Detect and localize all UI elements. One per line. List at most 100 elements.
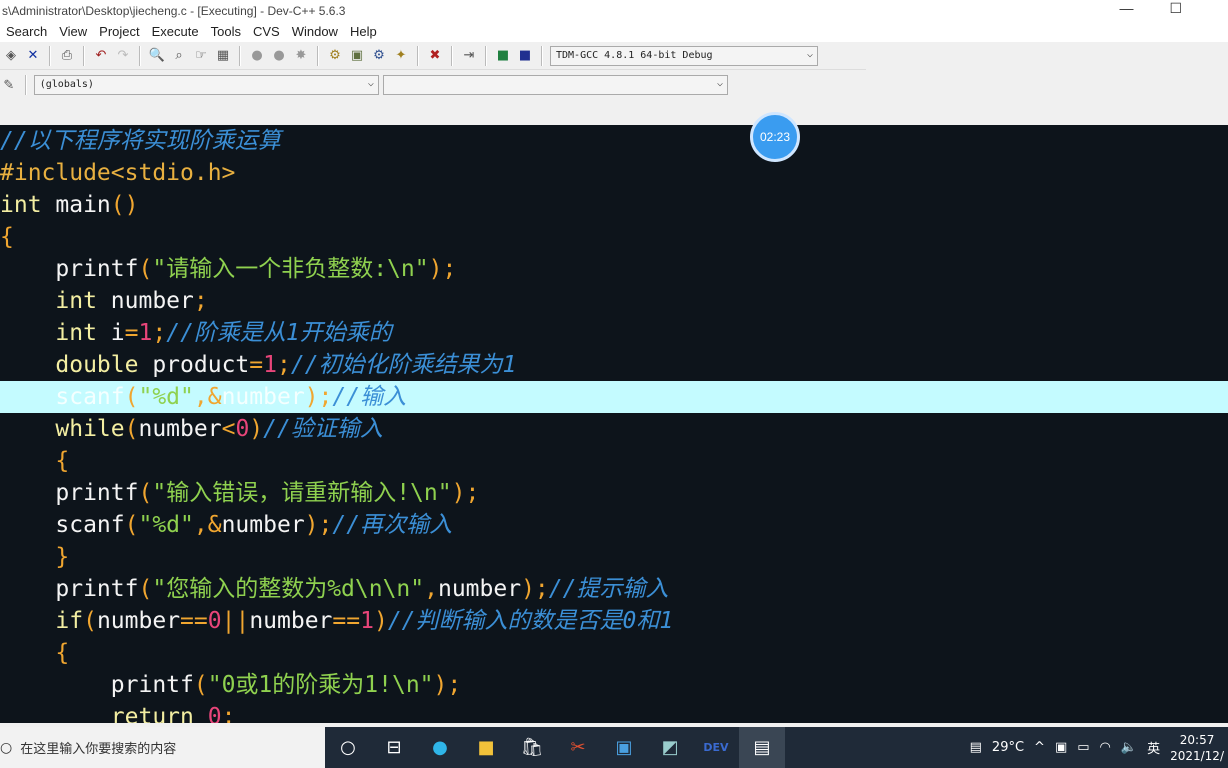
code-line[interactable]: //以下程序将实现阶乘运算 (0, 125, 1228, 157)
chevron-up-icon[interactable]: ^ (1034, 740, 1045, 755)
menu-search[interactable]: Search (0, 22, 53, 42)
member-select[interactable]: ⌵ (382, 75, 728, 95)
taskbar-search[interactable]: ○ 在这里输入你要搜索的内容 (0, 727, 325, 768)
menu-view[interactable]: View (53, 22, 93, 42)
news-icon[interactable]: ▤ (970, 740, 982, 755)
code-token: ; (152, 320, 167, 346)
code-token: ); (433, 672, 462, 698)
compile-icon[interactable]: ⚙ (326, 47, 344, 65)
notepad-icon[interactable]: ◩ (647, 727, 693, 768)
recording-timer[interactable]: 02:23 (750, 112, 800, 162)
code-token: ,& (193, 384, 222, 410)
code-line[interactable]: return 0; (0, 701, 1228, 723)
code-token: "%d" (138, 384, 194, 410)
edge-icon[interactable]: ● (417, 727, 463, 768)
code-token: ; (193, 288, 208, 314)
search-icon: ○ (0, 739, 13, 756)
scope-select[interactable]: (globals) ⌵ (33, 75, 379, 95)
menu-tools[interactable]: Tools (205, 22, 247, 42)
code-line[interactable]: printf("0或1的阶乘为1!\n"); (0, 669, 1228, 701)
code-line[interactable]: { (0, 221, 1228, 253)
code-token: ( (83, 608, 97, 634)
console-window-icon[interactable]: ▤ (739, 727, 785, 768)
print-icon[interactable]: ⎙ (58, 47, 76, 65)
code-token: //以下程序将实现阶乘运算 (0, 128, 281, 154)
code-token: printf (0, 576, 139, 602)
security-icon[interactable]: ▣ (1055, 740, 1067, 755)
code-line[interactable]: } (0, 541, 1228, 573)
code-line[interactable]: { (0, 637, 1228, 669)
code-line[interactable]: scanf("%d",&number);//再次输入 (0, 509, 1228, 541)
code-line[interactable]: if(number==0||number==1)//判断输入的数是否是0和1 (0, 605, 1228, 637)
code-line[interactable]: { (0, 445, 1228, 477)
cortana-icon[interactable]: ○ (325, 727, 371, 768)
code-token: || (221, 608, 250, 634)
code-line[interactable]: printf("输入错误，请重新输入!\n"); (0, 477, 1228, 509)
undo-icon[interactable]: ↶ (92, 47, 110, 65)
code-token: ( (138, 480, 153, 506)
compiler-select[interactable]: TDM-GCC 4.8.1 64-bit Debug ⌵ (550, 45, 818, 66)
title-bar: s\Administrator\Desktop\jiecheng.c - [Ex… (0, 0, 1228, 22)
code-token: scanf (0, 384, 125, 410)
window-title: s\Administrator\Desktop\jiecheng.c - [Ex… (2, 4, 346, 18)
class-browser-icon[interactable]: ✎ (0, 76, 18, 94)
code-token: 0 (207, 704, 222, 723)
goto-line-icon[interactable]: ▦ (214, 47, 232, 65)
code-token: 0 (235, 416, 250, 442)
store-icon[interactable]: 🛍 (509, 727, 555, 768)
snipping-icon[interactable]: ✂ (555, 727, 601, 768)
code-line[interactable]: double product=1;//初始化阶乘结果为1 (0, 349, 1228, 381)
debug-icon[interactable]: ✖ (426, 47, 444, 65)
replace-icon[interactable]: ⌕ (170, 47, 188, 65)
ime-indicator[interactable]: 英 (1147, 738, 1160, 757)
chevron-down-icon: ⌵ (716, 78, 723, 89)
code-line[interactable]: int i=1;//阶乘是从1开始乘的 (0, 317, 1228, 349)
code-token: printf (0, 256, 139, 282)
close-file-icon[interactable]: ✕ (24, 47, 42, 65)
code-editor[interactable]: //以下程序将实现阶乘运算 #include<stdio.h> int main()… (0, 125, 1228, 723)
app-icon[interactable]: ▣ (601, 727, 647, 768)
clock[interactable]: 20:57 2021/12/ (1170, 732, 1224, 764)
code-line[interactable]: int main() (0, 189, 1228, 221)
code-line[interactable]: scanf("%d",&number);//输入 (0, 381, 1228, 413)
code-line[interactable]: int number; (0, 285, 1228, 317)
unindent-icon[interactable]: ● (270, 47, 288, 65)
find-icon[interactable]: 🔍 (148, 47, 166, 65)
run-icon[interactable]: ▣ (348, 47, 366, 65)
code-line[interactable]: #include<stdio.h> (0, 157, 1228, 189)
menu-help[interactable]: Help (344, 22, 383, 42)
code-token: == (180, 608, 208, 634)
menu-window[interactable]: Window (286, 22, 344, 42)
code-token: number (96, 288, 194, 314)
battery-icon[interactable]: ▭ (1077, 740, 1089, 755)
menu-cvs[interactable]: CVS (247, 22, 286, 42)
goto-icon[interactable]: ☞ (192, 47, 210, 65)
minimize-button[interactable]: — (1119, 0, 1133, 17)
compile-run-icon[interactable]: ⚙ (370, 47, 388, 65)
options-icon[interactable]: ■ (516, 47, 534, 65)
code-token: ) (373, 608, 388, 634)
close-all-icon[interactable]: ◈ (2, 47, 20, 65)
indent-icon[interactable]: ● (248, 47, 266, 65)
code-token: while (0, 416, 125, 442)
code-line[interactable]: while(number<0)//验证输入 (0, 413, 1228, 445)
main-toolbar: ◈ ✕ ⎙ ↶ ↷ 🔍 ⌕ ☞ ▦ ● ● ✸ ⚙ ▣ ⚙ ✦ ✖ ⇥ ■ ■ … (0, 42, 866, 70)
menu-project[interactable]: Project (93, 22, 145, 42)
menu-execute[interactable]: Execute (146, 22, 205, 42)
redo-icon[interactable]: ↷ (114, 47, 132, 65)
code-token: ); (451, 480, 480, 506)
code-token: number (221, 384, 305, 410)
weather[interactable]: 29°C (992, 740, 1024, 755)
task-view-icon[interactable]: ⊟ (371, 727, 417, 768)
project-icon[interactable]: ■ (494, 47, 512, 65)
devcpp-icon[interactable]: DEV (693, 727, 739, 768)
file-explorer-icon[interactable]: ■ (463, 727, 509, 768)
toggle-comment-icon[interactable]: ✸ (292, 47, 310, 65)
code-line[interactable]: printf("请输入一个非负整数:\n"); (0, 253, 1228, 285)
wifi-icon[interactable]: ◠ (1100, 740, 1111, 755)
exit-icon[interactable]: ⇥ (460, 47, 478, 65)
maximize-button[interactable]: ☐ (1169, 0, 1182, 17)
rebuild-icon[interactable]: ✦ (392, 47, 410, 65)
volume-icon[interactable]: 🔈 (1121, 740, 1137, 755)
code-line[interactable]: printf("您输入的整数为%d\n\n",number);//提示输入 (0, 573, 1228, 605)
